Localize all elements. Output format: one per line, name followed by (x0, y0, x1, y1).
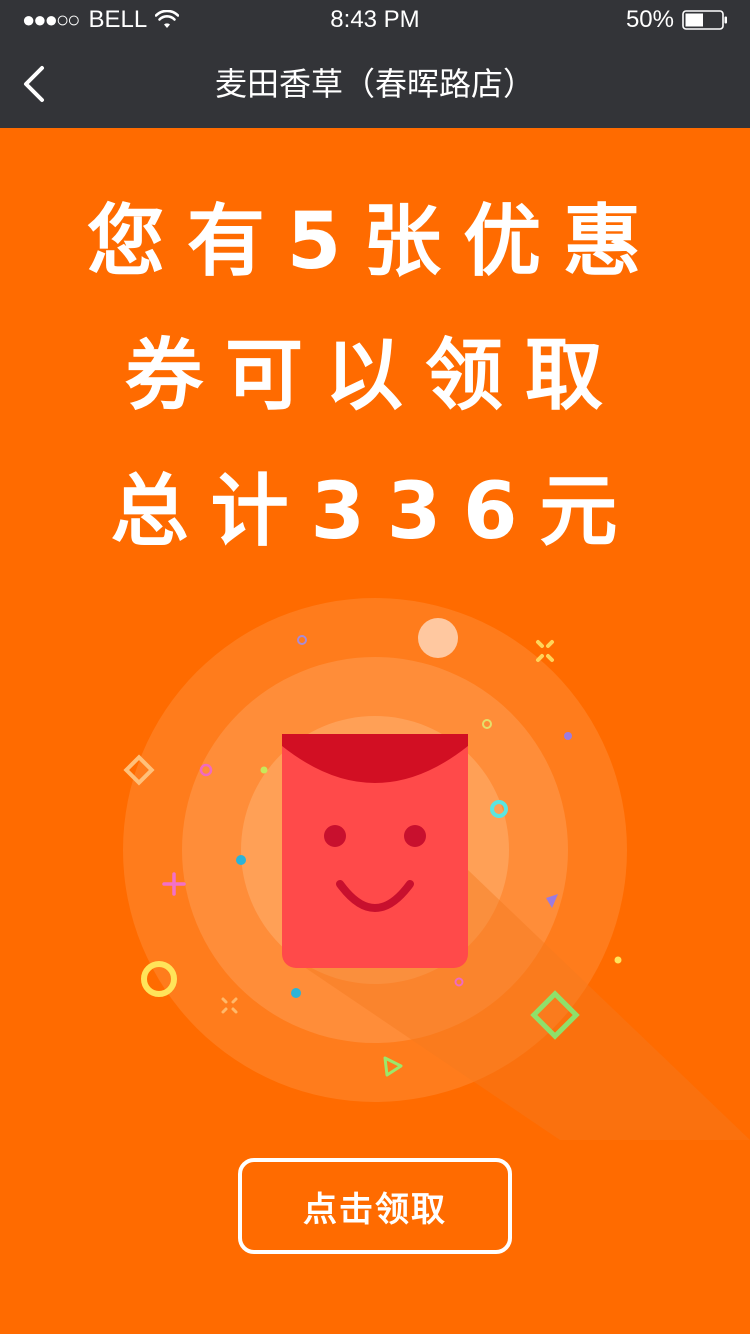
status-right: 50% (626, 6, 728, 34)
envelope-left-eye (324, 825, 346, 847)
navigation-bar: 麦田香草（春晖路店） (0, 40, 750, 128)
headline-line-2: 券可以领取 (124, 331, 625, 421)
decor-peach-circle (418, 618, 458, 658)
claim-coupons-button[interactable]: 点击领取 (238, 1158, 512, 1254)
status-bar: ●●●○○ BELL 8:43 PM 50% (0, 0, 750, 40)
envelope-right-eye (404, 825, 426, 847)
decor-sparkle-top-right (536, 640, 554, 662)
battery-icon (682, 10, 727, 30)
headline-line-3: 总计336元 (110, 467, 640, 557)
decor-blue-dot-bottom (291, 988, 301, 998)
decor-purple-dot (564, 732, 572, 740)
red-envelope-illustration (123, 598, 750, 1140)
decor-yellow-dot (614, 956, 622, 964)
page-title: 麦田香草（春晖路店） (214, 65, 535, 103)
headline-line-1: 您有5张优惠 (86, 197, 664, 287)
decor-green-dot (260, 766, 268, 774)
battery-percent: 50% (625, 6, 674, 33)
decor-blue-dot-left (236, 855, 246, 865)
